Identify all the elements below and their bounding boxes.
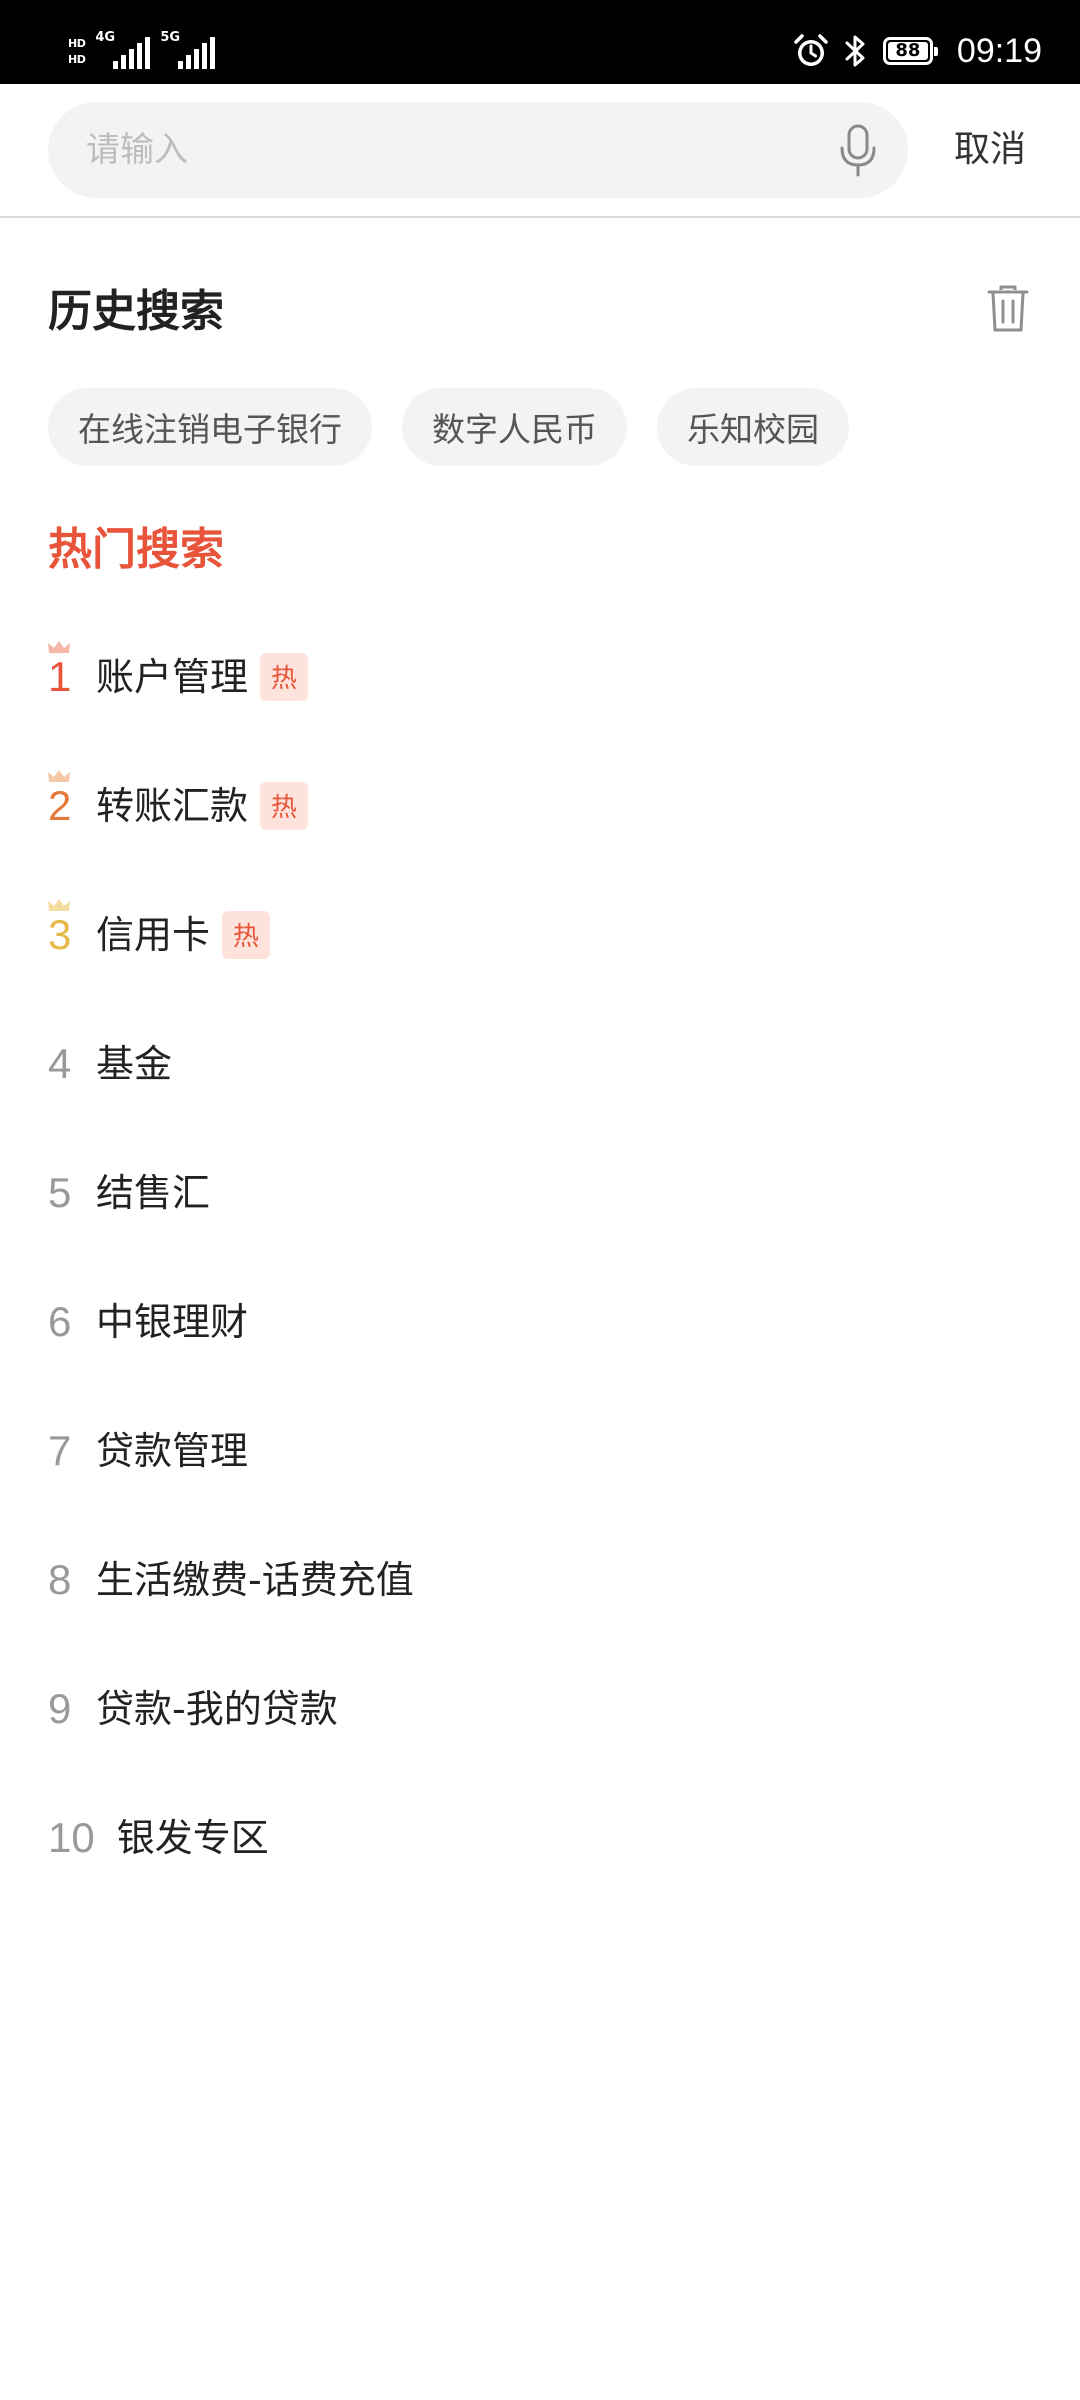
search-input[interactable] [86, 124, 826, 176]
rank-wrap: 8 [48, 1555, 82, 1605]
rank-number: 4 [48, 1039, 72, 1087]
hot-search-list: 1 账户管理 热 2 转账汇款 热 3 信用卡 热 4 基金 5 结售汇 6 中… [48, 612, 1032, 1902]
hot-item-label: 贷款-我的贷款 [96, 1686, 338, 1731]
search-header: 取消 [0, 84, 1080, 218]
bluetooth-icon [845, 35, 865, 67]
hot-search-item[interactable]: 4 基金 [48, 999, 1032, 1128]
hot-item-label: 贷款管理 [96, 1428, 249, 1473]
crown-icon [48, 769, 70, 782]
microphone-icon[interactable] [838, 124, 878, 178]
rank-wrap: 6 [48, 1297, 82, 1347]
hot-badge: 热 [260, 781, 309, 830]
cancel-button[interactable]: 取消 [954, 128, 1026, 172]
hot-item-label: 结售汇 [96, 1170, 211, 1215]
battery-level: 88 [895, 40, 921, 61]
hot-item-label: 中银理财 [96, 1299, 249, 1344]
rank-number: 6 [48, 1297, 72, 1345]
hot-badge: 热 [260, 652, 309, 701]
rank-wrap: 2 [48, 769, 82, 831]
history-chip-list: 在线注销电子银行 数字人民币 乐知校园 [48, 388, 849, 466]
hot-search-item[interactable]: 3 信用卡 热 [48, 870, 1032, 999]
hot-search-item[interactable]: 8 生活缴费-话费充值 [48, 1515, 1032, 1644]
hot-item-label: 信用卡 [96, 912, 211, 957]
network-label-5g: 5G [160, 30, 181, 45]
status-time: 09:19 [956, 31, 1042, 70]
signal-5g: 5G [160, 30, 216, 69]
history-chip[interactable]: 乐知校园 [657, 388, 849, 466]
rank-number: 10 [48, 1813, 95, 1861]
hd-tag-top: HD [68, 36, 86, 50]
rank-number: 1 [48, 652, 72, 700]
hot-item-label: 账户管理 [96, 654, 249, 699]
hot-item-label: 银发专区 [116, 1815, 269, 1860]
battery-icon: 88 [882, 37, 938, 65]
hot-search-item[interactable]: 6 中银理财 [48, 1257, 1032, 1386]
rank-wrap: 5 [48, 1168, 82, 1218]
rank-number: 8 [48, 1555, 72, 1603]
status-left-group: HD HD 4G 5G [68, 30, 216, 72]
rank-wrap: 4 [48, 1039, 82, 1089]
rank-number: 9 [48, 1684, 72, 1732]
hot-search-item[interactable]: 7 贷款管理 [48, 1386, 1032, 1515]
status-right-group: 88 09:19 [793, 26, 1042, 76]
hot-search-item[interactable]: 10 银发专区 [48, 1773, 1032, 1902]
alarm-icon [794, 34, 828, 66]
trash-icon[interactable] [986, 284, 1030, 334]
hot-item-label: 转账汇款 [96, 783, 249, 828]
crown-icon [48, 640, 70, 653]
crown-icon [48, 898, 70, 911]
rank-wrap: 7 [48, 1426, 82, 1476]
rank-wrap: 1 [48, 640, 82, 702]
hot-search-item[interactable]: 1 账户管理 热 [48, 612, 1032, 741]
rank-number: 3 [48, 910, 72, 958]
hot-item-label: 生活缴费-话费充值 [96, 1557, 414, 1602]
hot-search-item[interactable]: 2 转账汇款 热 [48, 741, 1032, 870]
history-section-title: 历史搜索 [48, 286, 224, 337]
rank-wrap: 10 [48, 1813, 95, 1863]
signal-bars-icon [113, 37, 151, 69]
hot-search-title: 热门搜索 [48, 524, 224, 575]
hot-badge: 热 [222, 910, 271, 959]
signal-4g: 4G [95, 30, 151, 69]
hot-search-item[interactable]: 9 贷款-我的贷款 [48, 1644, 1032, 1773]
hd-tag-bottom: HD [68, 52, 86, 66]
search-box[interactable] [48, 102, 908, 198]
status-bar: HD HD 4G 5G 88 09:19 [0, 0, 1080, 84]
network-label-4g: 4G [95, 30, 116, 45]
signal-bars-icon [178, 37, 216, 69]
history-chip[interactable]: 在线注销电子银行 [48, 388, 372, 466]
history-chip[interactable]: 数字人民币 [402, 388, 627, 466]
hot-item-label: 基金 [96, 1041, 173, 1086]
hd-indicator: HD HD [68, 36, 86, 66]
rank-number: 5 [48, 1168, 72, 1216]
rank-wrap: 9 [48, 1684, 82, 1734]
hot-search-item[interactable]: 5 结售汇 [48, 1128, 1032, 1257]
rank-number: 7 [48, 1426, 72, 1474]
rank-number: 2 [48, 781, 72, 829]
rank-wrap: 3 [48, 898, 82, 960]
